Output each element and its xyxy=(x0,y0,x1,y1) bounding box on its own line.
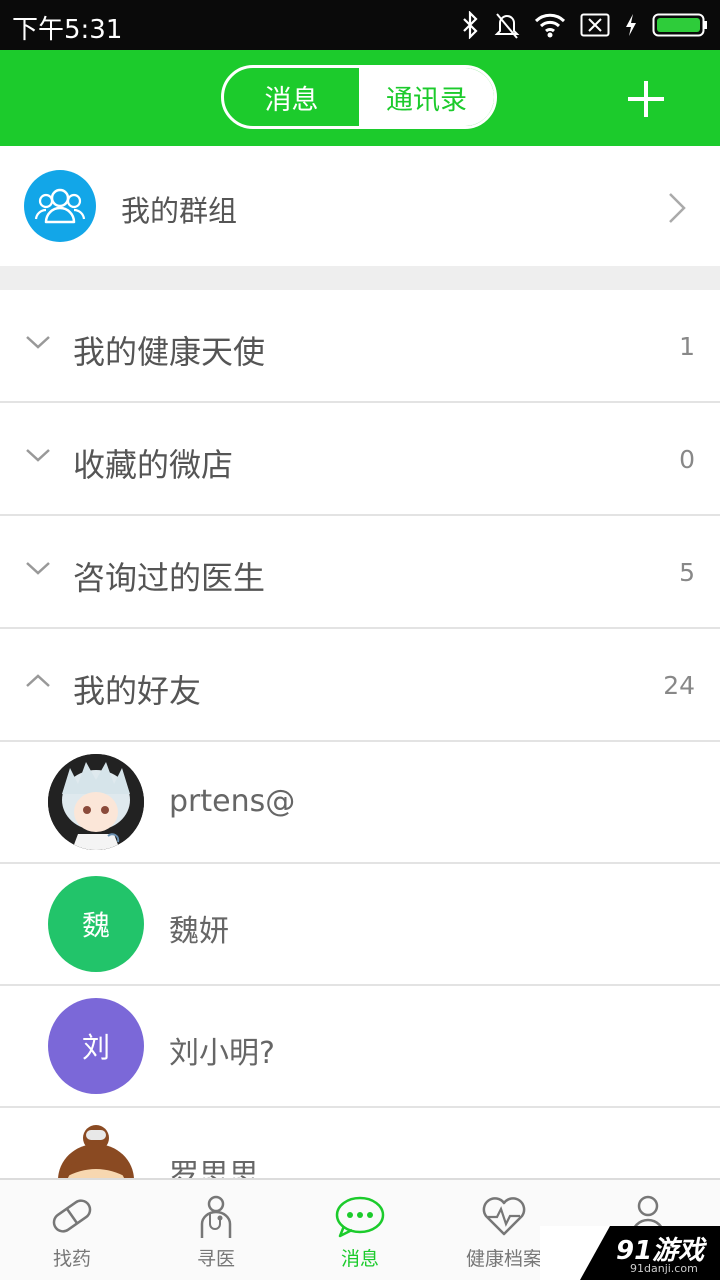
tab-label: 找药 xyxy=(52,1248,91,1270)
category-count: 0 xyxy=(679,445,695,474)
category-label: 我的好友 xyxy=(73,672,202,710)
avatar xyxy=(48,754,144,850)
chevron-down-icon xyxy=(26,562,50,575)
chevron-up-icon xyxy=(26,674,50,687)
category-label: 我的健康天使 xyxy=(73,333,266,371)
tab-label: 寻医 xyxy=(196,1248,235,1270)
chat-bubble-icon xyxy=(335,1196,385,1238)
avatar xyxy=(48,1120,144,1178)
avatar: 魏 xyxy=(48,876,144,972)
chevron-down-icon xyxy=(26,336,50,349)
chevron-right-icon xyxy=(669,193,686,223)
section-divider xyxy=(0,266,720,290)
watermark-badge-icon xyxy=(540,1226,610,1280)
friend-name: prtens@ xyxy=(169,784,296,819)
wifi-icon xyxy=(534,13,566,38)
bluetooth-icon xyxy=(463,11,478,39)
category-count: 24 xyxy=(663,671,695,700)
category-count: 5 xyxy=(679,558,695,587)
chevron-down-icon xyxy=(26,449,50,462)
stethoscope-icon xyxy=(200,1195,232,1238)
status-bar: 下午5:31 xyxy=(0,0,720,50)
my-groups-row[interactable]: 我的群组 xyxy=(0,146,720,266)
avatar-initial: 魏 xyxy=(81,909,110,942)
mute-bell-icon xyxy=(494,13,520,39)
tab-messages[interactable]: 消息 xyxy=(224,68,359,126)
tab-contacts[interactable]: 通讯录 xyxy=(359,68,494,126)
friend-row[interactable]: prtens@ xyxy=(0,742,720,864)
watermark-domain: 91danji.com xyxy=(630,1262,698,1275)
category-consulted-doctors[interactable]: 咨询过的医生 5 xyxy=(0,516,720,629)
battery-icon xyxy=(652,13,707,37)
tab-find-medicine[interactable]: 找药 xyxy=(0,1180,144,1280)
friend-name: 罗思思 xyxy=(169,1158,259,1178)
tab-switcher: 消息 通讯录 xyxy=(221,65,497,129)
plus-icon[interactable] xyxy=(628,81,664,117)
charging-icon xyxy=(626,14,636,36)
friend-row[interactable]: 魏 魏妍 xyxy=(0,864,720,986)
avatar: 刘 xyxy=(48,998,144,1094)
category-my-friends[interactable]: 我的好友 24 xyxy=(0,629,720,742)
header-bar: 消息 通讯录 xyxy=(0,50,720,146)
friend-name: 魏妍 xyxy=(169,914,229,949)
category-label: 收藏的微店 xyxy=(73,446,234,484)
sim-off-icon xyxy=(580,13,610,37)
group-icon xyxy=(24,170,96,242)
tab-find-doctor[interactable]: 寻医 xyxy=(144,1180,288,1280)
contacts-list[interactable]: 我的健康天使 1 收藏的微店 0 咨询过的医生 5 我的好友 24 prtens… xyxy=(0,290,720,1178)
tab-label: 消息 xyxy=(340,1248,379,1270)
avatar-initial: 刘 xyxy=(81,1031,110,1064)
category-count: 1 xyxy=(679,332,695,361)
category-saved-shops[interactable]: 收藏的微店 0 xyxy=(0,403,720,516)
my-groups-label: 我的群组 xyxy=(121,194,238,228)
friend-name: 刘小明? xyxy=(169,1036,275,1071)
friend-row[interactable]: 罗思思 xyxy=(0,1108,720,1178)
heart-pulse-icon xyxy=(482,1197,526,1236)
pill-icon xyxy=(52,1199,92,1233)
status-time: 下午5:31 xyxy=(12,15,123,45)
category-health-angel[interactable]: 我的健康天使 1 xyxy=(0,290,720,403)
category-label: 咨询过的医生 xyxy=(73,559,266,597)
status-icons xyxy=(460,10,708,40)
friend-row[interactable]: 刘 刘小明? xyxy=(0,986,720,1108)
tab-messages-bottom[interactable]: 消息 xyxy=(288,1180,432,1280)
watermark: 91游戏 91danji.com xyxy=(540,1226,720,1280)
